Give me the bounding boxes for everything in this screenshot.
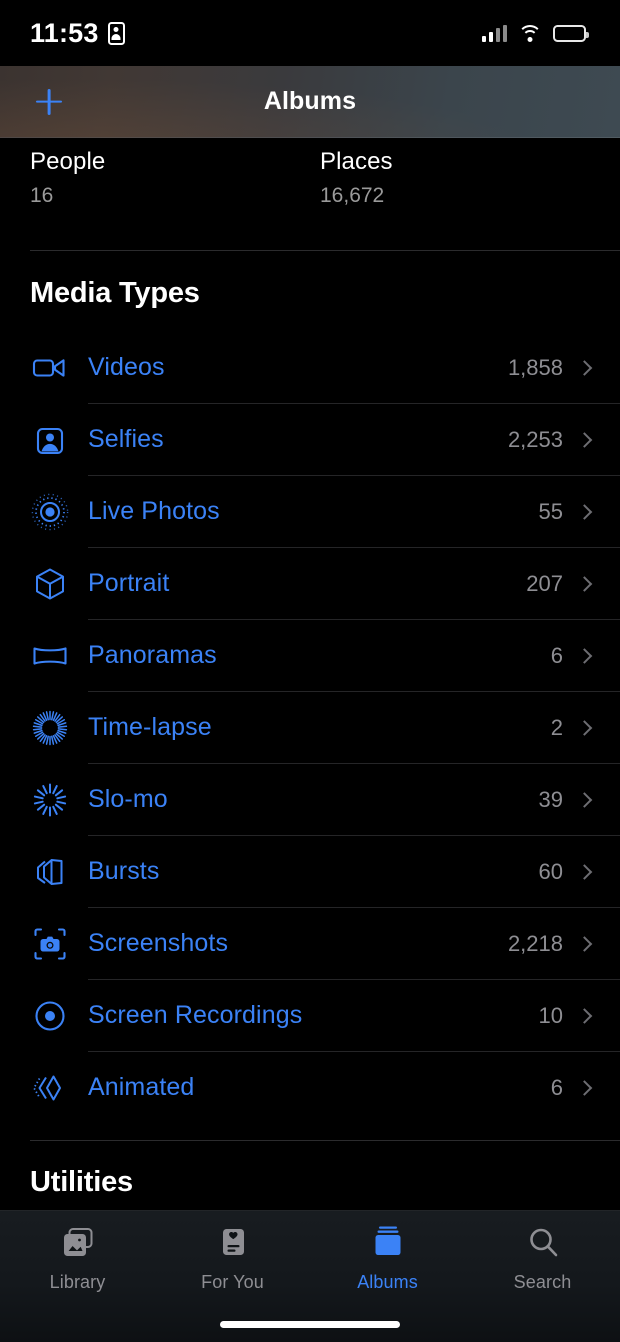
media-row-count: 10 xyxy=(538,1002,563,1028)
media-row-label: Live Photos xyxy=(88,497,220,526)
people-places-row: People 16 Places 16,672 xyxy=(0,138,620,208)
chevron-right-icon xyxy=(579,1078,590,1097)
media-row-label: Portrait xyxy=(88,569,170,598)
wifi-icon xyxy=(518,24,542,42)
albums-stack-icon xyxy=(371,1223,405,1263)
status-bar: 11:53 xyxy=(0,0,620,66)
media-row-screenshots[interactable]: Screenshots 2,218 xyxy=(0,908,620,980)
page-title: Albums xyxy=(263,87,357,115)
for-you-card-icon xyxy=(217,1223,249,1263)
search-icon xyxy=(526,1223,560,1263)
media-row-count: 55 xyxy=(538,498,563,524)
cellular-signal-icon xyxy=(481,24,507,42)
album-cell-places[interactable]: Places 16,672 xyxy=(290,148,580,208)
cube-icon xyxy=(30,564,70,604)
media-row-time-lapse[interactable]: Time-lapse 2 xyxy=(0,692,620,764)
status-bar-left: 11:53 xyxy=(30,18,125,49)
media-row-count: 2 xyxy=(550,714,563,740)
media-row-label: Bursts xyxy=(88,857,160,886)
media-row-bursts[interactable]: Bursts 60 xyxy=(0,836,620,908)
bursts-stack-icon xyxy=(30,852,70,892)
photo-stack-icon xyxy=(60,1223,96,1263)
media-row-label: Screenshots xyxy=(88,929,229,958)
media-row-animated[interactable]: Animated 6 xyxy=(0,1052,620,1124)
tab-label: Search xyxy=(513,1272,572,1292)
media-row-label: Panoramas xyxy=(88,641,217,670)
section-header-media-types: Media Types xyxy=(30,276,200,309)
record-dot-icon xyxy=(30,996,70,1036)
tab-label: Albums xyxy=(357,1272,418,1292)
live-photo-icon xyxy=(30,492,70,532)
media-row-portrait[interactable]: Portrait 207 xyxy=(0,548,620,620)
video-camera-icon xyxy=(30,348,70,388)
screenshot-camera-icon xyxy=(30,924,70,964)
tab-search[interactable]: Search xyxy=(465,1211,620,1297)
selfie-person-icon xyxy=(30,420,70,460)
album-cell-people[interactable]: People 16 xyxy=(0,148,290,208)
media-row-slo-mo[interactable]: Slo-mo 39 xyxy=(0,764,620,836)
panorama-icon xyxy=(30,636,70,676)
media-row-live-photos[interactable]: Live Photos 55 xyxy=(0,476,620,548)
section-header-utilities: Utilities xyxy=(30,1166,133,1199)
chevron-right-icon xyxy=(579,790,590,809)
contact-badge-icon xyxy=(107,21,125,45)
media-row-count: 1,858 xyxy=(507,354,563,380)
media-row-selfies[interactable]: Selfies 2,253 xyxy=(0,404,620,476)
chevron-right-icon xyxy=(579,574,590,593)
chevron-right-icon xyxy=(579,934,590,953)
media-row-label: Time-lapse xyxy=(88,713,212,742)
chevron-right-icon xyxy=(579,1006,590,1025)
media-row-label: Animated xyxy=(88,1073,195,1102)
slomo-icon xyxy=(30,780,70,820)
media-row-count: 6 xyxy=(550,1074,563,1100)
album-cell-count: 16 xyxy=(30,184,54,207)
tab-for-you[interactable]: For You xyxy=(155,1211,310,1297)
tab-bar: Library For You Albums Search xyxy=(0,1210,620,1342)
status-bar-right xyxy=(481,24,589,42)
album-cell-count: 16,672 xyxy=(320,184,385,207)
media-row-count: 2,218 xyxy=(507,930,563,956)
add-album-button[interactable] xyxy=(30,83,68,121)
media-row-count: 207 xyxy=(526,570,563,596)
album-cell-title: Places xyxy=(320,148,393,175)
album-cell-title: People xyxy=(30,148,106,175)
battery-icon xyxy=(553,24,589,42)
tab-label: For You xyxy=(201,1272,264,1292)
media-row-label: Videos xyxy=(88,353,165,382)
media-row-count: 39 xyxy=(538,786,563,812)
chevron-right-icon xyxy=(579,862,590,881)
media-row-label: Slo-mo xyxy=(88,785,168,814)
media-row-panoramas[interactable]: Panoramas 6 xyxy=(0,620,620,692)
media-row-count: 2,253 xyxy=(507,426,563,452)
chevron-right-icon xyxy=(579,502,590,521)
media-row-count: 60 xyxy=(538,858,563,884)
animated-diamond-icon xyxy=(30,1068,70,1108)
tab-albums[interactable]: Albums xyxy=(310,1211,465,1297)
chevron-right-icon xyxy=(579,430,590,449)
timelapse-icon xyxy=(30,708,70,748)
media-row-label: Screen Recordings xyxy=(88,1001,303,1030)
chevron-right-icon xyxy=(579,718,590,737)
status-clock: 11:53 xyxy=(30,17,99,48)
tab-label: Library xyxy=(49,1272,106,1292)
albums-scroll-content[interactable]: People 16 Places 16,672 Media Types Vide… xyxy=(0,138,620,1210)
media-row-videos[interactable]: Videos 1,858 xyxy=(0,332,620,404)
media-row-count: 6 xyxy=(550,642,563,668)
chevron-right-icon xyxy=(579,646,590,665)
media-row-screen-recordings[interactable]: Screen Recordings 10 xyxy=(0,980,620,1052)
navigation-bar: Albums xyxy=(0,66,620,138)
chevron-right-icon xyxy=(579,358,590,377)
tab-library[interactable]: Library xyxy=(0,1211,155,1297)
home-indicator xyxy=(220,1321,400,1328)
media-row-label: Selfies xyxy=(88,425,164,454)
